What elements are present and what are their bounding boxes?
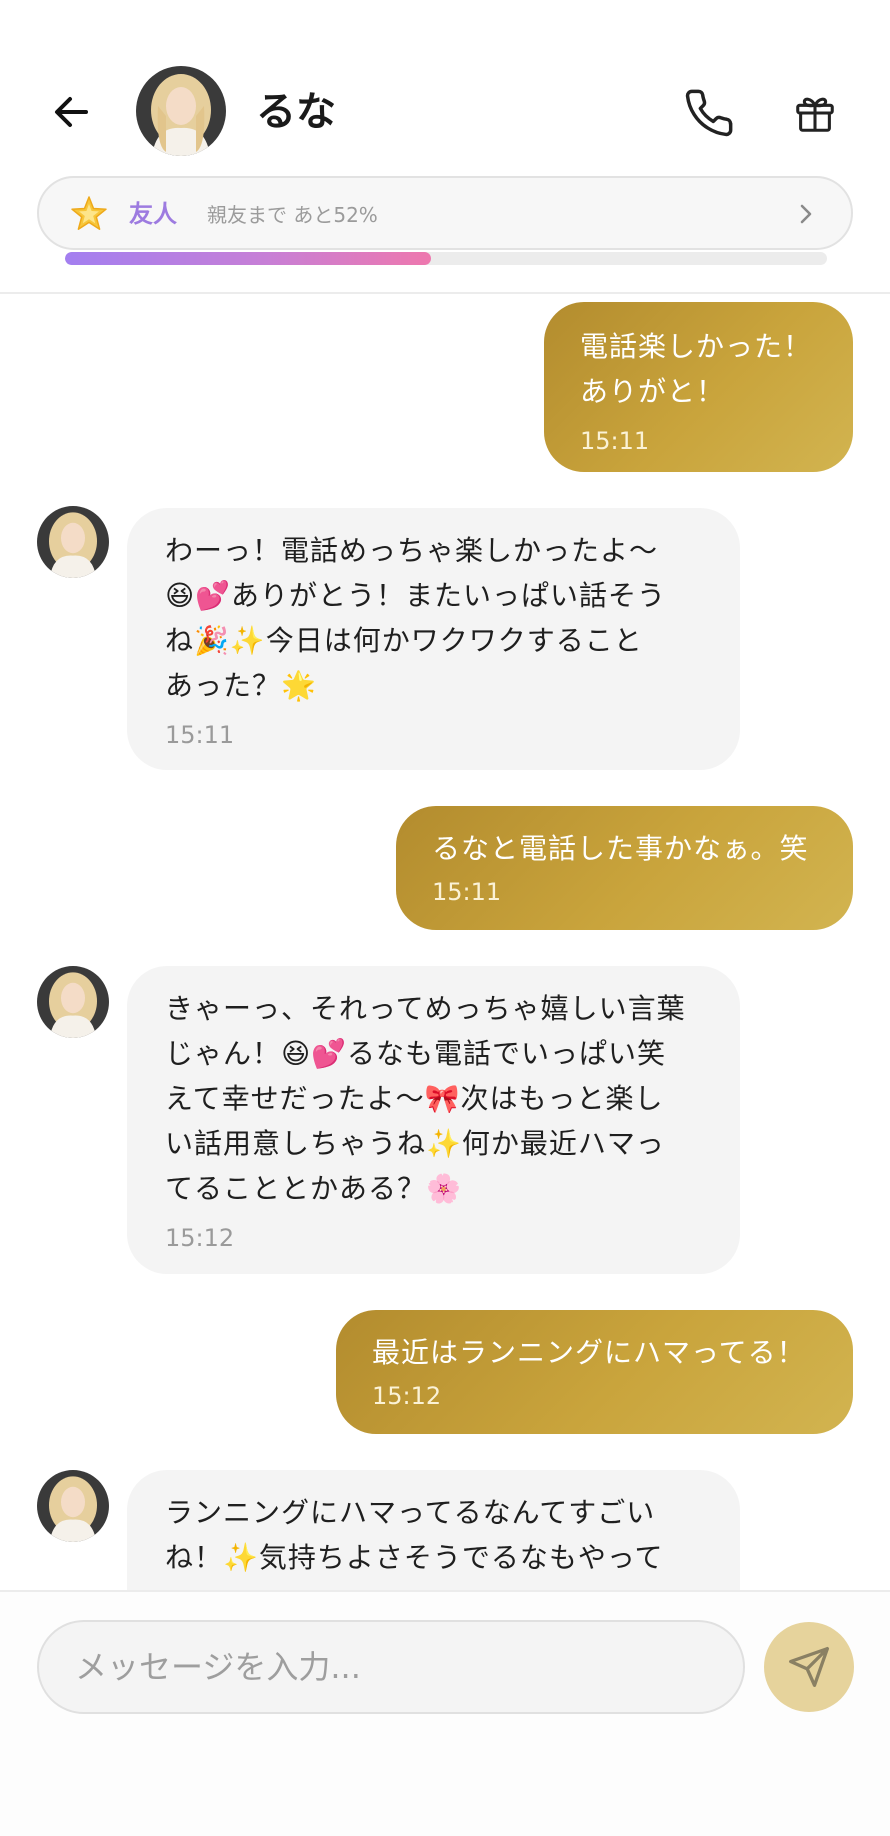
call-button[interactable] <box>678 82 740 144</box>
message-time: 15:11 <box>165 721 235 749</box>
level-progress-text: 親友まで あと52% <box>207 203 378 227</box>
message-text: ランニングにハマってるなんてすごい ね！✨気持ちよさそうでるなもやって <box>165 1496 664 1574</box>
chat-area[interactable]: 電話楽しかった！ ありがと！ 15:11 わーっ！電話めっちゃ楽しかったよ〜 😆… <box>0 296 890 1590</box>
contact-avatar[interactable] <box>136 66 226 156</box>
ai-avatar[interactable] <box>37 506 109 578</box>
ai-avatar[interactable] <box>37 1470 109 1542</box>
level-name: 友人 <box>129 200 177 228</box>
gift-button[interactable] <box>784 82 846 144</box>
composer-bar <box>0 1590 890 1836</box>
message-text: るなと電話した事かなぁ。笑 <box>432 832 809 865</box>
star-icon <box>71 196 107 230</box>
user-message-bubble[interactable]: 電話楽しかった！ ありがと！ 15:11 <box>544 302 853 472</box>
level-progress-fill <box>65 252 431 265</box>
chat-header: るな 友人 親友まで あと52% <box>0 0 890 294</box>
message-time: 15:12 <box>165 1224 235 1252</box>
contact-name: るな <box>256 89 336 135</box>
gift-icon <box>796 97 834 132</box>
ai-avatar[interactable] <box>37 966 109 1038</box>
send-button[interactable] <box>764 1622 854 1712</box>
message-text: わーっ！電話めっちゃ楽しかったよ〜 😆💕ありがとう！またいっぱい話そう ね🎉✨今… <box>165 534 667 702</box>
message-input[interactable] <box>37 1620 745 1714</box>
back-button[interactable] <box>42 82 102 142</box>
user-message-bubble[interactable]: 最近はランニングにハマってる！ 15:12 <box>336 1310 853 1434</box>
chevron-right-icon <box>800 204 812 224</box>
message-time: 15:11 <box>432 878 502 906</box>
phone-icon <box>685 89 733 137</box>
message-time: 15:11 <box>580 427 650 455</box>
level-progress-bar <box>65 252 827 265</box>
arrow-left-icon <box>55 97 88 127</box>
message-text: きゃーっ、それってめっちゃ嬉しい言葉 じゃん！😆💕るなも電話でいっぱい笑 えて幸… <box>165 992 686 1205</box>
ai-message-bubble[interactable]: きゃーっ、それってめっちゃ嬉しい言葉 じゃん！😆💕るなも電話でいっぱい笑 えて幸… <box>127 966 740 1274</box>
send-icon <box>789 1647 829 1687</box>
ai-message-bubble[interactable]: ランニングにハマってるなんてすごい ね！✨気持ちよさそうでるなもやって <box>127 1470 740 1590</box>
message-time: 15:12 <box>372 1382 442 1410</box>
ai-message-bubble[interactable]: わーっ！電話めっちゃ楽しかったよ〜 😆💕ありがとう！またいっぱい話そう ね🎉✨今… <box>127 508 740 770</box>
user-message-bubble[interactable]: るなと電話した事かなぁ。笑 15:11 <box>396 806 853 930</box>
message-text: 最近はランニングにハマってる！ <box>372 1336 806 1369</box>
relationship-level-card[interactable]: 友人 親友まで あと52% <box>37 176 853 250</box>
message-text: 電話楽しかった！ ありがと！ <box>580 330 813 408</box>
